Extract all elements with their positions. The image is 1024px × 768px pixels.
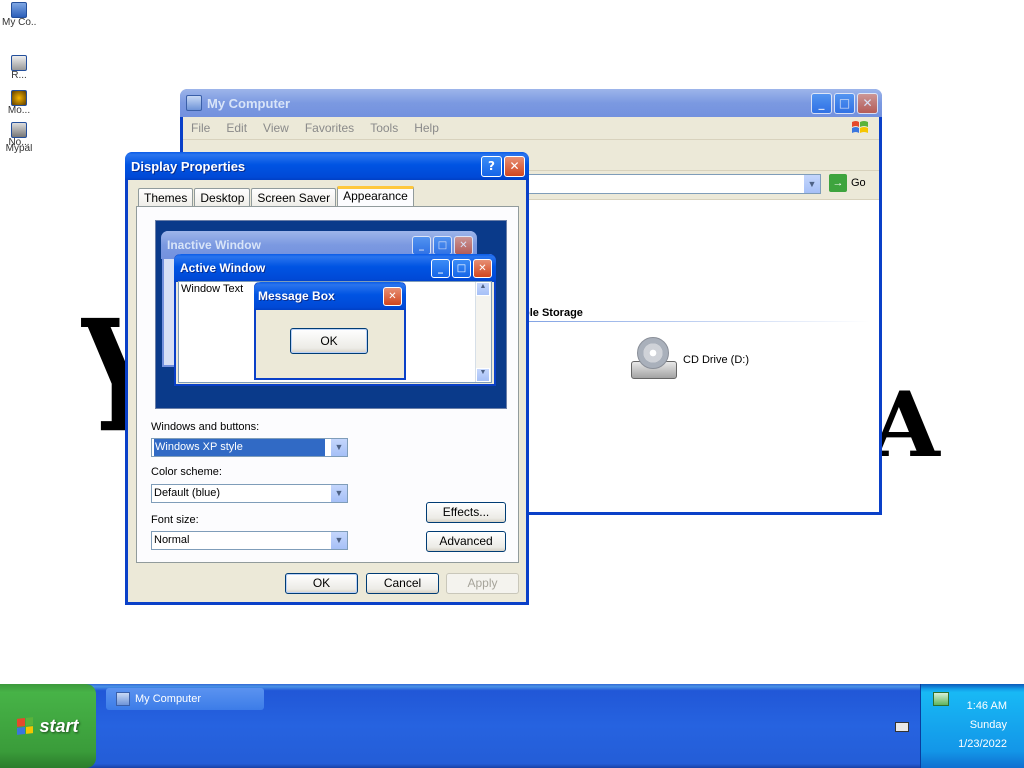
display-properties-dialog[interactable]: Display Properties ? ✕ Themes Desktop Sc…	[125, 152, 529, 605]
desktop-icon-label: Mo...	[7, 106, 31, 116]
maximize-icon: □	[452, 258, 471, 278]
taskbar: start My Computer 1:46 AM Sunday 1/23/20…	[0, 684, 1024, 768]
close-button[interactable]: ✕	[504, 155, 525, 177]
windows-buttons-value: Windows XP style	[154, 439, 325, 456]
desktop-icon-label: Mypal	[5, 144, 33, 154]
chevron-down-icon[interactable]: ▼	[330, 439, 347, 456]
my-computer-icon	[186, 95, 202, 111]
chevron-down-icon[interactable]: ▼	[804, 175, 820, 193]
maximize-icon: □	[433, 235, 452, 255]
menu-tools[interactable]: Tools	[370, 121, 398, 135]
system-tray: 1:46 AM Sunday 1/23/2022	[920, 684, 1024, 768]
apply-button[interactable]: Apply	[446, 573, 519, 594]
preview-ok-button: OK	[290, 328, 368, 354]
cd-drive-icon	[631, 337, 677, 383]
clock-day: Sunday	[969, 719, 1007, 731]
minimize-button[interactable]: _	[811, 92, 832, 114]
scroll-down-icon: ▼	[476, 368, 490, 382]
close-icon: ✕	[383, 286, 402, 306]
preview-message-title: Message Box	[258, 289, 335, 303]
preview-inactive-title: Inactive Window	[167, 238, 261, 252]
desktop-icon-mypal[interactable]: Mypal	[2, 144, 36, 154]
preview-window-text: Window Text	[181, 283, 244, 295]
desktop-icon-mozilla[interactable]: Mo...	[2, 90, 36, 116]
my-computer-icon	[116, 692, 130, 706]
dialog-title: Display Properties	[131, 158, 246, 174]
desktop-icon-label: My Co...	[2, 18, 36, 28]
section-header-removable-storage: ble Storage	[523, 307, 583, 319]
my-computer-titlebar[interactable]: My Computer _ □ ✕	[180, 89, 882, 117]
go-label: Go	[851, 177, 866, 189]
go-arrow-icon: →	[829, 174, 847, 192]
close-button[interactable]: ✕	[857, 92, 878, 114]
help-button[interactable]: ?	[481, 155, 502, 177]
preview-active-window: Active Window _ □ ✕ Window Text ▲ ▼ Mess…	[174, 254, 496, 386]
color-scheme-label: Color scheme:	[151, 466, 222, 478]
font-size-value: Normal	[154, 534, 190, 546]
menu-edit[interactable]: Edit	[226, 121, 247, 135]
desktop-icon-my-computer[interactable]: My Co...	[2, 2, 36, 28]
color-scheme-select[interactable]: Default (blue) ▼	[151, 484, 348, 503]
chevron-down-icon[interactable]: ▼	[330, 485, 347, 502]
appearance-panel: Inactive Window _ □ ✕ Active Window _ □ …	[136, 206, 519, 563]
ok-button[interactable]: OK	[285, 573, 358, 594]
font-size-label: Font size:	[151, 514, 199, 526]
appearance-preview: Inactive Window _ □ ✕ Active Window _ □ …	[155, 220, 507, 409]
close-icon: ✕	[473, 258, 492, 278]
close-icon: ✕	[454, 235, 473, 255]
taskbar-button-my-computer[interactable]: My Computer	[106, 688, 264, 710]
clock-date: 1/23/2022	[958, 738, 1007, 750]
advanced-button[interactable]: Advanced	[426, 531, 506, 552]
effects-button[interactable]: Effects...	[426, 502, 506, 523]
cancel-button[interactable]: Cancel	[366, 573, 439, 594]
menu-favorites[interactable]: Favorites	[305, 121, 354, 135]
windows-logo-icon	[852, 121, 868, 133]
clock-time[interactable]: 1:46 AM	[921, 700, 1024, 712]
color-scheme-value: Default (blue)	[154, 487, 221, 499]
my-computer-icon	[11, 2, 27, 18]
go-button[interactable]: → Go	[829, 174, 866, 192]
notes-icon	[11, 122, 27, 138]
recycle-bin-icon	[11, 55, 27, 71]
minimize-icon: _	[431, 258, 450, 278]
preview-active-titlebar: Active Window _ □ ✕	[174, 254, 496, 282]
keyboard-icon[interactable]	[895, 722, 909, 732]
preview-scrollbar: ▲ ▼	[475, 282, 491, 382]
taskbar-button-label: My Computer	[135, 693, 202, 705]
section-divider	[520, 321, 870, 322]
preview-active-title: Active Window	[180, 261, 266, 275]
window-title: My Computer	[207, 95, 291, 111]
desktop-icon-label: R...	[11, 71, 27, 81]
display-properties-titlebar[interactable]: Display Properties ? ✕	[125, 152, 529, 180]
maximize-button[interactable]: □	[834, 92, 855, 114]
cd-drive-label: CD Drive (D:)	[683, 354, 749, 366]
chevron-down-icon[interactable]: ▼	[330, 532, 347, 549]
windows-buttons-label: Windows and buttons:	[151, 421, 260, 433]
desktop-icon-recycle-bin[interactable]: R...	[2, 55, 36, 81]
windows-flag-icon	[17, 717, 34, 735]
windows-buttons-select[interactable]: Windows XP style ▼	[151, 438, 348, 457]
minimize-icon: _	[412, 235, 431, 255]
menu-view[interactable]: View	[263, 121, 289, 135]
scroll-up-icon: ▲	[476, 282, 490, 296]
preview-message-titlebar: Message Box ✕	[254, 282, 406, 310]
menu-help[interactable]: Help	[414, 121, 439, 135]
menu-file[interactable]: File	[191, 121, 210, 135]
address-input[interactable]: ▼	[523, 174, 821, 194]
start-label: start	[39, 715, 79, 736]
font-size-select[interactable]: Normal ▼	[151, 531, 348, 550]
start-button[interactable]: start	[0, 684, 96, 768]
cd-drive-item[interactable]: CD Drive (D:)	[631, 337, 749, 383]
mozilla-icon	[11, 90, 27, 106]
menu-bar: File Edit View Favorites Tools Help	[183, 117, 879, 140]
preview-message-box: Message Box ✕ OK	[254, 282, 406, 380]
